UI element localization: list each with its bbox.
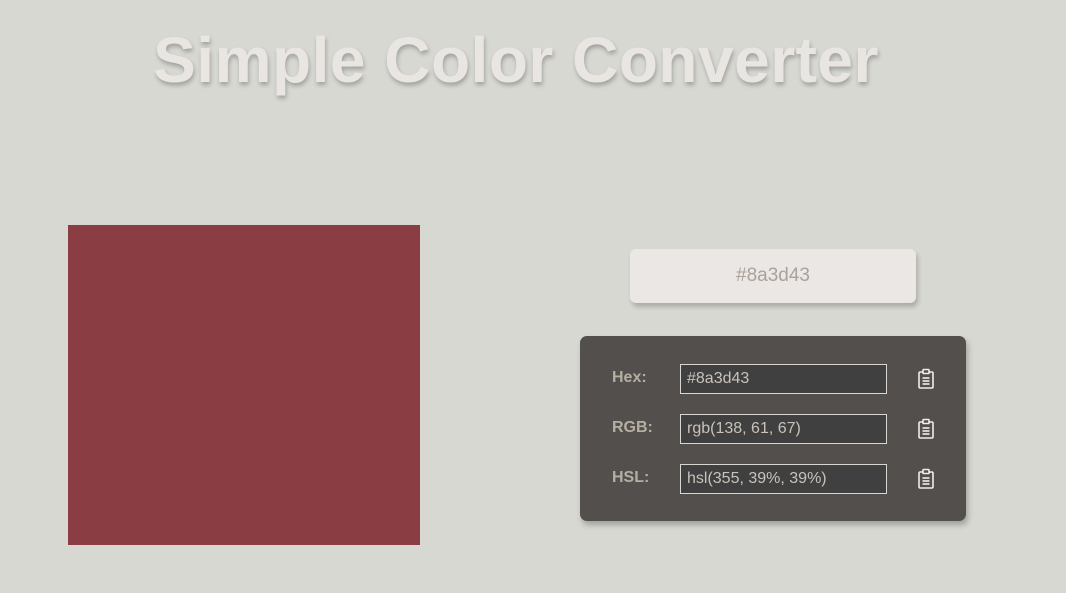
color-preview-swatch xyxy=(68,225,420,545)
copy-hsl-button[interactable] xyxy=(916,468,936,490)
page-title: Simple Color Converter xyxy=(153,24,879,96)
rgb-row: RGB: xyxy=(580,414,966,444)
clipboard-icon xyxy=(918,468,934,489)
hex-row: Hex: xyxy=(580,364,966,394)
copy-rgb-button[interactable] xyxy=(916,418,936,440)
color-picker-button[interactable]: #8a3d43 xyxy=(630,249,916,303)
copy-hex-button[interactable] xyxy=(916,368,936,390)
rgb-input[interactable] xyxy=(680,414,887,444)
hsl-input[interactable] xyxy=(680,464,887,494)
clipboard-icon xyxy=(918,418,934,439)
color-picker-value: #8a3d43 xyxy=(736,265,810,286)
format-panel: Hex: RGB: HSL: xyxy=(580,336,966,521)
hsl-row: HSL: xyxy=(580,464,966,494)
rgb-label: RGB: xyxy=(612,419,653,436)
clipboard-icon xyxy=(918,368,934,389)
hex-label: Hex: xyxy=(612,369,647,386)
hsl-label: HSL: xyxy=(612,469,650,486)
hex-input[interactable] xyxy=(680,364,887,394)
